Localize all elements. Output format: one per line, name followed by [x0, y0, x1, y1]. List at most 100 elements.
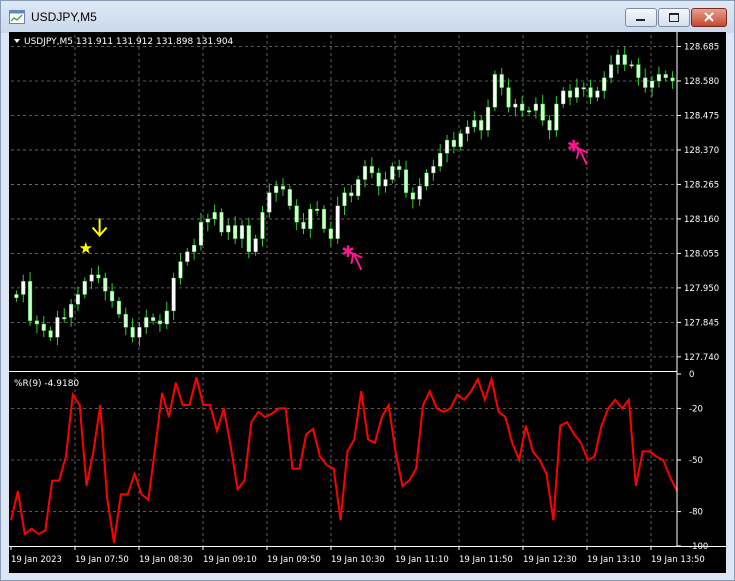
candle-bull [629, 64, 634, 67]
candle-bear [479, 120, 484, 131]
candle-bull [198, 222, 204, 246]
wpr-tick-label: -50 [689, 456, 703, 466]
price-tick-label: 128.580 [684, 77, 719, 87]
candle-bear [451, 139, 456, 147]
time-tick-label: 19 Jan 10:30 [331, 555, 385, 565]
candle-bear [116, 300, 122, 315]
candle-bear [233, 225, 238, 239]
candle-bull [444, 139, 450, 154]
candle-bull [315, 208, 320, 211]
candle-bull [581, 87, 586, 90]
title-bar[interactable]: USDJPY,M5 [1, 1, 734, 33]
candle-bear [376, 172, 381, 187]
candle-bear [280, 185, 286, 190]
candle-bull [137, 327, 142, 338]
candle-bull [308, 208, 313, 229]
price-tick-label: 128.265 [684, 180, 719, 190]
candle-bull [472, 120, 477, 128]
candle-bull [390, 166, 395, 180]
candle-bull [75, 294, 81, 305]
candle-bear [670, 77, 675, 82]
grid [11, 35, 677, 546]
candle-bull [239, 225, 245, 239]
sell-arrow-icon [91, 218, 108, 237]
candle-bear [520, 103, 525, 111]
candle-bear [622, 54, 627, 65]
candle-bear [540, 103, 545, 121]
candle-bear [636, 64, 641, 78]
candle-bull [608, 64, 614, 78]
minimize-button[interactable] [625, 8, 657, 27]
candle-bull [55, 317, 60, 338]
candle-bull [362, 166, 368, 180]
candle-bull [14, 294, 19, 298]
candle-bear [130, 327, 135, 338]
candle-bull [212, 212, 217, 220]
candle-bear [219, 212, 224, 233]
candle-bear [506, 87, 511, 108]
candle-bull [82, 281, 87, 295]
chart-menu-icon[interactable] [14, 39, 20, 43]
candle-bear [663, 74, 668, 78]
candle-bull [424, 172, 429, 187]
candle-bull [342, 192, 347, 206]
candle-bear [34, 320, 40, 325]
maximize-button[interactable] [658, 8, 690, 27]
minimize-icon [636, 19, 645, 21]
candle-bull [513, 103, 518, 108]
candle-bear [349, 192, 354, 197]
candle-bull [21, 281, 26, 295]
indicator-label: %R(9) -4.9180 [14, 379, 79, 389]
candle-bull [171, 277, 176, 312]
chart-area[interactable]: ★ ✱ ✱ 128.685 128.580 128.475 128.370 128.265 1… [9, 32, 726, 573]
candle-bear [96, 274, 101, 279]
candle-bear [369, 166, 374, 174]
price-candles [14, 46, 675, 347]
candle-bull [458, 133, 463, 147]
candle-bear [294, 205, 299, 223]
wpr-tick-label: -20 [689, 404, 703, 414]
candle-bull [656, 74, 661, 82]
price-tick-label: 128.370 [684, 146, 719, 156]
candle-bear [246, 225, 251, 252]
buy-arrow-icon [575, 147, 589, 166]
candle-bear [28, 281, 33, 321]
buy-arrow-icon [350, 252, 363, 271]
candle-bear [410, 192, 415, 200]
candle-bull [561, 90, 566, 105]
maximize-icon [669, 13, 679, 22]
candle-bear [41, 323, 46, 331]
sell-signal-star: ★ [79, 238, 93, 257]
candle-bull [383, 179, 388, 187]
price-tick-label: 128.685 [684, 42, 719, 52]
time-tick-label: 19 Jan 11:10 [395, 555, 449, 565]
candle-bear [588, 87, 593, 98]
close-button[interactable] [691, 8, 727, 27]
chart-canvas[interactable]: ★ ✱✱ 128.685 128.580 128.475 128.370 128.265 1… [9, 32, 726, 573]
candle-bull [69, 304, 74, 318]
time-tick-label: 19 Jan 11:50 [459, 555, 513, 565]
candle-bull [205, 218, 210, 223]
candle-bull [267, 192, 272, 213]
wpr-tick-label: -100 [689, 542, 708, 552]
candle-bull [533, 103, 538, 111]
chart-window-icon [9, 10, 25, 24]
wpr-tick-label: 0 [689, 370, 694, 380]
candle-bull [485, 107, 491, 131]
candle-bull [526, 110, 532, 113]
candle-bull [574, 87, 579, 98]
candle-bear [110, 290, 115, 302]
candle-bear [567, 90, 573, 98]
time-tick-label: 19 Jan 07:50 [75, 555, 129, 565]
candle-bull [144, 317, 149, 328]
candle-bull [192, 244, 197, 252]
candle-bull [602, 77, 607, 92]
time-tick-label: 19 Jan 09:50 [267, 555, 321, 565]
candle-bear [403, 169, 409, 193]
candle-bear [151, 317, 156, 321]
time-tick-label: 19 Jan 09:10 [203, 555, 257, 565]
signal-markers: ★ ✱✱ [79, 137, 589, 271]
candle-bull [260, 212, 265, 239]
candle-bull [62, 317, 67, 320]
price-tick-label: 128.475 [684, 111, 719, 121]
